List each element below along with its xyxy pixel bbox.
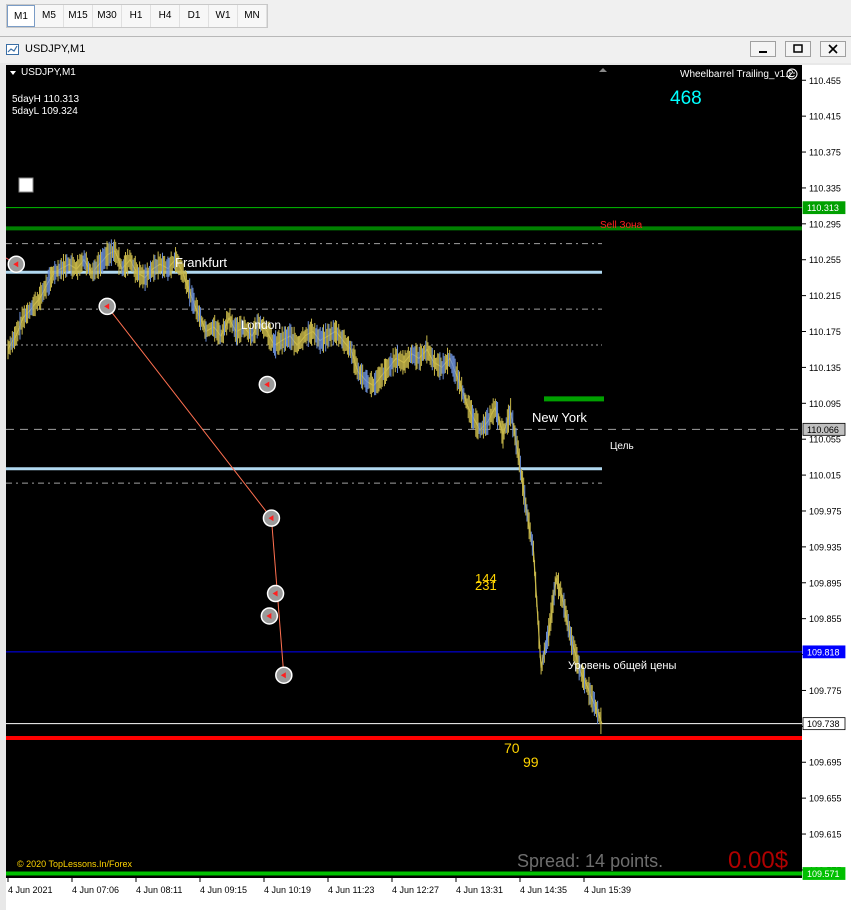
- y-tick-label-5: 110.255: [809, 255, 841, 265]
- price-chart[interactable]: 110.455 110.415 110.375 110.335 110.295 110.2…: [6, 65, 851, 910]
- restore-icon: [793, 44, 803, 53]
- counter-value: 468: [670, 88, 702, 109]
- symbol-label: USDJPY,M1: [21, 67, 76, 78]
- y-tick-label-10: 110.055: [809, 435, 841, 445]
- indicator-name: Wheelbarrel Trailing_v1.2: [680, 69, 794, 80]
- five-day-high: 5dayH 110.313: [12, 94, 80, 105]
- y-tick-label-17: 109.775: [809, 686, 842, 696]
- session-label-frankfurt: Frankfurt: [175, 255, 227, 270]
- x-tick-label-9: 4 Jun 15:39: [584, 885, 631, 895]
- y-tick-label-1: 110.415: [809, 112, 841, 122]
- timeframe-button-h4[interactable]: H4: [151, 5, 180, 27]
- window-title: USDJPY,M1: [25, 43, 86, 55]
- timeframe-button-w1[interactable]: W1: [209, 5, 238, 27]
- timeframe-button-d1[interactable]: D1: [180, 5, 209, 27]
- y-tick-label-4: 110.295: [809, 219, 841, 229]
- x-tick-label-6: 4 Jun 12:27: [392, 885, 439, 895]
- y-tick-label-13: 109.935: [809, 542, 842, 552]
- x-tick-label-3: 4 Jun 09:15: [200, 885, 247, 895]
- session-label-london: London: [241, 318, 281, 332]
- five-day-low: 5dayL 109.324: [12, 106, 78, 117]
- timeframe-buttons: M1 M5 M15 M30 H1 H4 D1 W1 MN: [6, 4, 268, 28]
- y-tick-label-2: 110.375: [809, 148, 841, 158]
- price-tag-label-2: 109.818: [807, 647, 840, 657]
- window-titlebar[interactable]: USDJPY,M1: [0, 37, 851, 63]
- x-tick-label-1: 4 Jun 07:06: [72, 885, 119, 895]
- restore-button[interactable]: [785, 41, 811, 57]
- plot-background: [6, 65, 802, 878]
- mid-number-bottom: 231: [475, 578, 497, 593]
- close-button[interactable]: [820, 41, 846, 57]
- y-tick-label-9: 110.095: [809, 399, 841, 409]
- timeframe-button-m15[interactable]: M15: [64, 5, 93, 27]
- price-tag-label-1: 110.066: [807, 425, 839, 435]
- y-tick-label-12: 109.975: [809, 506, 842, 516]
- profit-text: 0.00$: [728, 847, 788, 874]
- y-tick-label-6: 110.215: [809, 291, 841, 301]
- y-tick-label-21: 109.615: [809, 830, 842, 840]
- x-tick-label-4: 4 Jun 10:19: [264, 885, 311, 895]
- price-tag-label-3: 109.738: [807, 719, 840, 729]
- x-tick-label-2: 4 Jun 08:11: [136, 885, 182, 895]
- y-tick-label-7: 110.175: [809, 327, 841, 337]
- y-tick-label-11: 110.015: [809, 471, 841, 481]
- y-tick-label-14: 109.895: [809, 578, 842, 588]
- y-tick-label-19: 109.695: [809, 758, 842, 768]
- timeframe-toolbar: M1 M5 M15 M30 H1 H4 D1 W1 MN: [0, 0, 851, 34]
- spread-text: Spread: 14 points.: [517, 851, 663, 871]
- general-price-label: Уровень общей цены: [568, 660, 676, 672]
- x-tick-label-5: 4 Jun 11:23: [328, 885, 374, 895]
- bottom-number-left: 70: [504, 740, 520, 756]
- y-tick-label-0: 110.455: [809, 76, 841, 86]
- y-tick-label-15: 109.855: [809, 614, 842, 624]
- bottom-number-right: 99: [523, 754, 539, 770]
- timeframe-button-h1[interactable]: H1: [122, 5, 151, 27]
- price-tag-label-4: 109.571: [807, 869, 840, 879]
- close-icon: [828, 44, 838, 54]
- timeframe-button-m1[interactable]: M1: [7, 5, 35, 27]
- timeframe-button-mn[interactable]: MN: [238, 5, 267, 27]
- minimize-icon: [759, 51, 767, 53]
- minimize-button[interactable]: [750, 41, 776, 57]
- target-label: Цель: [610, 441, 634, 452]
- y-tick-label-20: 109.655: [809, 794, 842, 804]
- timeframe-button-m5[interactable]: M5: [35, 5, 64, 27]
- x-tick-label-0: 4 Jun 2021: [8, 885, 53, 895]
- y-tick-label-8: 110.135: [809, 363, 841, 373]
- session-label-new-york: New York: [532, 410, 587, 425]
- x-tick-label-8: 4 Jun 14:35: [520, 885, 567, 895]
- panel-toggle-checkbox[interactable]: [18, 177, 34, 193]
- timeframe-button-m30[interactable]: M30: [93, 5, 122, 27]
- copyright-text: © 2020 TopLessons.In/Forex: [17, 859, 133, 869]
- y-tick-label-3: 110.335: [809, 183, 841, 193]
- price-tag-label-0: 110.313: [807, 203, 839, 213]
- chart-area[interactable]: 110.455 110.415 110.375 110.335 110.295 110.2…: [6, 65, 851, 910]
- chart-window: USDJPY,M1 110.455 110.415 110.375 110.335 11…: [0, 36, 851, 910]
- x-tick-label-7: 4 Jun 13:31: [456, 885, 503, 895]
- chart-window-icon: [6, 44, 19, 55]
- sell-zone-label: Sell Зона: [600, 220, 643, 231]
